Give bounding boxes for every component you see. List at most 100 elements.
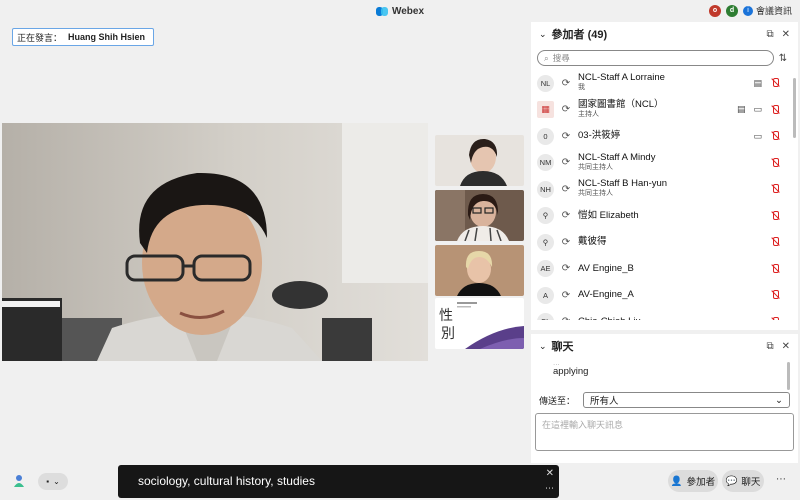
participant-status-icons	[770, 210, 780, 221]
mic-muted-icon[interactable]	[770, 104, 780, 115]
thumbnail-3-image	[435, 245, 524, 296]
participant-info: AV-Engine_A	[578, 290, 634, 300]
participant-name: NCL-Staff B Han-yun	[578, 178, 668, 190]
meeting-info-label: 會議資訊	[755, 6, 792, 16]
participant-row[interactable]: AE ⟳ AV Engine_B	[531, 256, 798, 283]
mic-muted-icon[interactable]	[770, 78, 780, 88]
participant-row[interactable]: CL ⟳ Chia-Chieh Liu	[531, 309, 798, 320]
participant-name: NCL-Staff A Mindy	[578, 151, 656, 163]
chat-input[interactable]: 在這裡輸入聊天訊息	[535, 413, 794, 451]
sort-icon[interactable]: ⇅	[774, 53, 792, 64]
mic-muted-icon[interactable]	[770, 184, 780, 194]
search-icon: ⌕	[544, 52, 549, 63]
headset-icon: ⟳	[561, 210, 571, 222]
search-placeholder: 搜尋	[552, 53, 570, 63]
avatar: 0	[537, 127, 554, 145]
participant-row[interactable]: A ⟳ AV-Engine_A	[531, 282, 798, 309]
title-right: o d i 會議資訊	[708, 4, 792, 17]
participant-name: Chia-Chieh Liu	[578, 316, 641, 320]
participant-list: NL ⟳ NCL-Staff A Lorraine 我 ▤ ▦ ⟳ 國家圖書館（NCL） 主持人…	[531, 70, 798, 320]
chat-scrollbar[interactable]	[787, 362, 790, 390]
chat-bubble-icon: ▪	[46, 477, 50, 486]
notification-badge-2[interactable]: d	[725, 4, 738, 17]
close-icon[interactable]: ✕	[782, 29, 790, 40]
participant-info: Chia-Chieh Liu	[578, 316, 641, 320]
reactions-button[interactable]: ▪ ⌄	[38, 473, 68, 490]
chat-toggle-button[interactable]: 💬 聊天	[722, 470, 764, 492]
participant-thumbnail-2[interactable]	[435, 190, 524, 241]
participant-list-scrollbar[interactable]	[793, 78, 796, 138]
caption-more-icon[interactable]: ⋯	[545, 483, 554, 494]
participant-row[interactable]: ⚲ ⟳ 愷如 Elizabeth	[531, 203, 798, 230]
participant-row[interactable]: ⚲ ⟳ 戴彼得	[531, 229, 798, 256]
participant-status-icons	[770, 316, 780, 320]
participant-info: AV Engine_B	[578, 262, 634, 274]
participant-search-input[interactable]: ⌕ 搜尋	[537, 50, 774, 66]
chat-collapse-chevron-icon[interactable]: ⌄	[539, 341, 547, 352]
participants-search-row: ⌕ 搜尋 ⇅	[537, 50, 792, 66]
notification-badge-1[interactable]: o	[708, 4, 721, 17]
webex-logo-icon	[375, 6, 388, 16]
participant-status-icons	[770, 157, 780, 168]
mic-muted-icon[interactable]	[770, 131, 780, 141]
participant-info: NCL-Staff A Lorraine 我	[578, 73, 665, 93]
participant-info: 國家圖書館（NCL） 主持人	[578, 99, 664, 120]
main-video[interactable]	[2, 123, 428, 361]
participants-toggle-button[interactable]: 👤 參加者	[668, 470, 718, 492]
participants-button-label: 參加者	[686, 477, 716, 488]
mic-muted-icon[interactable]	[770, 290, 780, 300]
chat-title: 聊天	[551, 341, 574, 353]
active-speaker-label: 正在發言： Huang Shih Hsien	[12, 28, 155, 46]
participant-status-icons	[770, 263, 780, 274]
mic-muted-icon[interactable]	[770, 237, 780, 247]
participant-info: NCL-Staff A Mindy 共同主持人	[578, 151, 656, 173]
mic-muted-icon[interactable]	[770, 263, 780, 274]
caption-close-icon[interactable]: ✕	[546, 468, 554, 479]
avatar: A	[537, 286, 554, 304]
avatar: NL	[537, 74, 554, 92]
participant-row[interactable]: ▦ ⟳ 國家圖書館（NCL） 主持人 ▤ ▭	[531, 97, 798, 124]
participant-row[interactable]: NH ⟳ NCL-Staff B Han-yun 共同主持人	[531, 176, 798, 203]
participants-title: 參加者 (49)	[551, 29, 608, 41]
chat-faded-text: ...	[553, 358, 560, 366]
participants-panel: ⌄ 參加者 (49) ⧉ ✕ ⌕ 搜尋 ⇅ NL ⟳ NCL-Staff A Lor…	[531, 22, 798, 330]
chevron-down-icon: ⌄	[775, 394, 783, 406]
participant-info: 03-洪筱婷	[578, 131, 620, 141]
mic-muted-icon[interactable]	[770, 316, 780, 320]
chat-popout-icon[interactable]: ⧉	[766, 341, 773, 352]
app-status-icon[interactable]	[12, 474, 26, 488]
headset-icon: ⟳	[561, 236, 571, 248]
participant-name: AV Engine_B	[578, 262, 634, 274]
participant-row[interactable]: 0 ⟳ 03-洪筱婷 ▭	[531, 123, 798, 150]
camera-icon: ▭	[753, 104, 762, 115]
chevron-down-icon: ⌄	[53, 477, 60, 486]
chat-close-icon[interactable]: ✕	[782, 341, 790, 352]
avatar: NH	[537, 180, 554, 198]
participant-thumbnail-1[interactable]	[435, 135, 524, 186]
participant-row[interactable]: NL ⟳ NCL-Staff A Lorraine 我 ▤	[531, 70, 798, 97]
more-options-icon[interactable]: ⋯	[776, 474, 786, 485]
title-bar: Webex o d i 會議資訊	[0, 0, 800, 22]
participant-row[interactable]: NM ⟳ NCL-Staff A Mindy 共同主持人	[531, 150, 798, 177]
participant-role: 共同主持人	[578, 190, 613, 198]
send-to-select[interactable]: 所有人 ⌄	[583, 392, 790, 408]
person-icon: ⚲	[537, 233, 554, 251]
person-icon: ⚲	[537, 207, 554, 225]
participant-info: 戴彼得	[578, 237, 607, 247]
participant-info: 愷如 Elizabeth	[578, 210, 639, 221]
participant-name: 戴彼得	[578, 236, 607, 248]
thumbnail-1-image	[435, 135, 524, 186]
mic-muted-icon[interactable]	[770, 157, 780, 168]
participant-status-icons	[770, 290, 780, 300]
participant-thumbnail-4[interactable]: 性 別	[435, 298, 524, 349]
popout-icon[interactable]: ⧉	[766, 29, 773, 40]
participant-thumbnail-3[interactable]	[435, 245, 524, 296]
mic-muted-icon[interactable]	[770, 210, 780, 221]
collapse-chevron-icon[interactable]: ⌄	[539, 29, 547, 40]
chat-last-message: applying	[553, 366, 589, 377]
chat-button-label: 聊天	[741, 477, 761, 488]
participant-status-icons: ▤ ▭	[737, 104, 780, 115]
svg-text:別: 別	[441, 326, 455, 342]
chat-panel: ⌄ 聊天 ⧉ ✕ ... applying 傳送至： 所有人 ⌄ 在這裡輸入聊天…	[531, 334, 798, 463]
meeting-info-button[interactable]: i 會議資訊	[742, 4, 792, 17]
